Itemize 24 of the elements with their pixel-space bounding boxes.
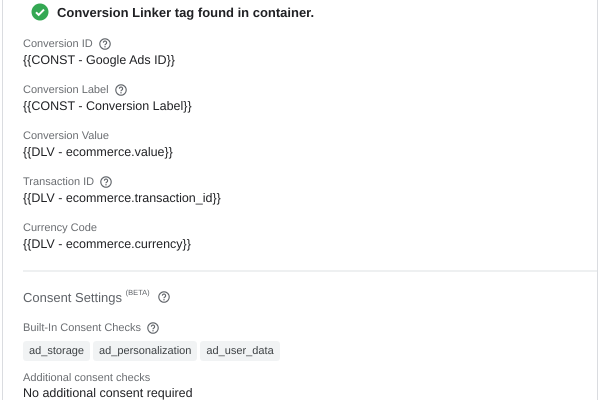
field-value: {{CONST - Google Ads ID}} xyxy=(23,52,176,68)
field-label: Conversion Label xyxy=(23,84,109,96)
field-label: Transaction ID xyxy=(23,176,94,188)
field-value: {{DLV - ecommerce.value}} xyxy=(23,144,174,160)
consent-chip: ad_storage xyxy=(23,341,90,361)
field-value: {{DLV - ecommerce.transaction_id}} xyxy=(23,190,222,206)
field-label: Conversion Value xyxy=(23,130,110,142)
help-icon[interactable] xyxy=(158,290,170,303)
help-icon[interactable] xyxy=(98,38,111,50)
field-label: Additional consent checks xyxy=(23,372,150,384)
field-value: {{DLV - ecommerce.currency}} xyxy=(23,236,192,252)
check-circle-icon xyxy=(31,3,49,22)
field-value: {{CONST - Conversion Label}} xyxy=(23,98,193,114)
help-icon[interactable] xyxy=(147,322,159,334)
consent-chip: ad_personalization xyxy=(93,341,198,361)
field-label: Currency Code xyxy=(23,222,97,234)
section-title: Consent Settings $^{(BETA)}$ xyxy=(23,288,150,306)
consent-chip: ad_user_data xyxy=(200,341,280,361)
help-icon[interactable] xyxy=(114,84,127,96)
help-icon[interactable] xyxy=(100,176,112,188)
status-message: Conversion Linker tag found in container. xyxy=(57,4,314,20)
field-value: No additional consent required xyxy=(23,386,194,400)
field-label: Conversion ID xyxy=(23,38,93,50)
field-label: Built-In Consent Checks xyxy=(23,322,141,334)
